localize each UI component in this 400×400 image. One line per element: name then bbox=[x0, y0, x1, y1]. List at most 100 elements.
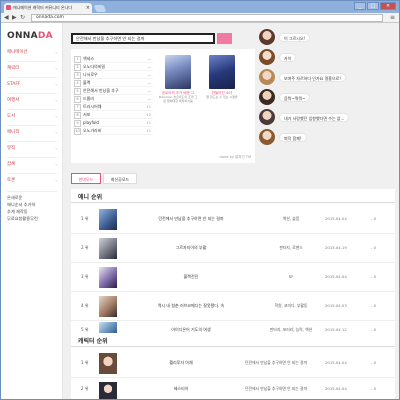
menu-icon[interactable]: ≡ bbox=[390, 14, 395, 22]
sidebar-item-label: 토론 bbox=[7, 178, 16, 183]
title-cell[interactable]: 그르자지이의 부활 bbox=[141, 245, 241, 251]
table-row[interactable]: 4 위 역시 내 청춘 러브코메디는 잘못됐다. 속 학원, 코미디, 부활동 … bbox=[71, 292, 395, 321]
maximize-button[interactable]: □ bbox=[367, 2, 379, 10]
rank-title: 트러시어웨 bbox=[83, 104, 102, 109]
thumbnail-image[interactable] bbox=[99, 267, 117, 288]
chat-panel: 이 그르시오! 카이 보여주 차르하다 인가요 명흥으로! 음뭐~뭐뭐~ 내가 … bbox=[259, 29, 395, 169]
title-cell[interactable]: 던전에서 만남을 추구하면 안 되는 걸까 bbox=[141, 216, 241, 222]
sidebar-link[interactable]: 추계 재작동 bbox=[7, 209, 28, 215]
list-item[interactable]: 4 블랙 — bbox=[73, 79, 153, 87]
tab-popular[interactable]: 판데모드 bbox=[71, 173, 101, 184]
sidebar-item-discussion[interactable]: 토론 › bbox=[7, 177, 59, 185]
search-input[interactable]: 안전해서 만났을 추구하면 안 되는 걸까 bbox=[71, 33, 215, 44]
browser-tab[interactable]: 애니메이션 캐릭터 커뮤니티 온나다 × bbox=[4, 3, 92, 13]
name-cell[interactable]: 헬리루자 아채 bbox=[151, 360, 211, 366]
sidebar-item-anijak[interactable]: 애니작 › bbox=[7, 129, 59, 137]
list-item[interactable]: 7 트러시어웨 +1 bbox=[73, 103, 153, 111]
more-link[interactable]: more by 밝혀진 TM bbox=[219, 155, 251, 160]
chevron-right-icon: › bbox=[55, 162, 57, 167]
rank-title: 오노가라비 bbox=[83, 128, 102, 133]
rank-change: +1 bbox=[145, 105, 151, 109]
rank-number: 9 bbox=[74, 119, 81, 127]
chat-item[interactable]: 내가 사랑했던 입항했다면 수는 없... bbox=[259, 109, 395, 125]
table-row[interactable]: 2 위 헤스티아 던전에서 만남을 추구하면 안 되는 걸까 2015.04.0… bbox=[71, 378, 395, 399]
list-item[interactable]: 8 서포 +2 bbox=[73, 111, 153, 119]
list-item[interactable]: 3 나서로우 — bbox=[73, 71, 153, 79]
change-cell: - 0 bbox=[371, 303, 376, 308]
genre-cell: 판타지, 로맨스 bbox=[279, 245, 303, 250]
page: ONNADA 애니메이션 › 캐릭터 › STAFF › 여행서 › 도서 › 애니작 › … bbox=[1, 23, 399, 399]
change-cell: - 0 bbox=[371, 386, 376, 391]
thumbnail-image[interactable] bbox=[99, 238, 117, 259]
rank-change: — bbox=[147, 81, 152, 85]
close-window-button[interactable]: × bbox=[380, 2, 396, 10]
table-row[interactable]: 1 위 던전에서 만남을 추구하면 안 되는 걸까 액션, 슬픔 2015.04… bbox=[71, 205, 395, 234]
sidebar-item-character[interactable]: 캐릭터 › bbox=[7, 65, 59, 73]
tab-latest[interactable]: 최신공모드 bbox=[103, 173, 137, 184]
title-cell[interactable]: 블랙전진 bbox=[141, 274, 241, 280]
avatar-icon bbox=[259, 129, 275, 145]
list-item[interactable]: 1 액세스 — bbox=[73, 55, 153, 63]
sidebar-item-travel[interactable]: 여행서 › bbox=[7, 97, 59, 105]
sidebar-item-books[interactable]: 도서 › bbox=[7, 113, 59, 121]
chat-bubble: 퇴작 함께! bbox=[279, 133, 307, 142]
featured-subtext: 말 만드는 수 있는 시절을 bbox=[206, 95, 238, 99]
chat-item[interactable]: 퇴작 함께! bbox=[259, 129, 395, 145]
chat-bubble: 보여주 차르하다 인가요 명흥으로! bbox=[279, 73, 346, 82]
tab-close-icon[interactable]: × bbox=[86, 3, 90, 13]
minimize-button[interactable]: _ bbox=[354, 2, 366, 10]
thumbnail-image[interactable] bbox=[99, 353, 117, 374]
list-item[interactable]: 10 오노가라비 +1 bbox=[73, 127, 153, 135]
sidebar-item-label: 캐릭터 bbox=[7, 66, 20, 71]
list-item[interactable]: 5 안전해서 만났을 추구 — bbox=[73, 87, 153, 95]
chat-item[interactable]: 음뭐~뭐뭐~ bbox=[259, 89, 395, 105]
featured-image[interactable] bbox=[209, 55, 235, 89]
table-row[interactable]: 1 위 헬리루자 아채 던전에서 만남을 추구하면 안 되는 걸까 2015.0… bbox=[71, 349, 395, 378]
rank-number: 8 bbox=[74, 111, 81, 119]
sidebar-item-misc[interactable]: 잡록 › bbox=[7, 161, 59, 169]
list-item[interactable]: 2 오노다의비밀 — bbox=[73, 63, 153, 71]
sidebar-item-label: 애니메이션 bbox=[7, 50, 28, 55]
divider bbox=[7, 77, 57, 78]
new-tab-button[interactable] bbox=[93, 5, 107, 12]
date-cell: 2015.04.03 bbox=[325, 303, 347, 308]
thumbnail-image[interactable] bbox=[99, 296, 117, 317]
title-cell[interactable]: 역시 내 청춘 러브코메디는 잘못됐다. 속 bbox=[141, 303, 241, 309]
table-row[interactable]: 3 위 블랙전진 SF 2015.04.04 - 0 bbox=[71, 263, 395, 292]
sidebar-link[interactable]: 무료요청활용무런 bbox=[7, 216, 38, 222]
rank-cell: 1 위 bbox=[81, 360, 89, 365]
chevron-right-icon: › bbox=[55, 66, 57, 71]
sidebar-item-music[interactable]: 뮤직 › bbox=[7, 145, 59, 153]
chat-item[interactable]: 이 그르시오! bbox=[259, 29, 395, 45]
thumbnail-image[interactable] bbox=[99, 382, 117, 399]
reload-icon[interactable]: ↻ bbox=[20, 14, 25, 22]
date-cell: 2015.04.04 bbox=[325, 216, 347, 221]
section-title: 애니 순위 bbox=[78, 194, 103, 201]
chat-item[interactable]: 카이 bbox=[259, 49, 395, 65]
anime-ranking-section: 애니 순위 1 위 던전에서 만남을 추구하면 안 되는 걸까 액션, 슬픔 2… bbox=[71, 189, 395, 341]
sidebar-link[interactable]: 애니순서 추가하 bbox=[7, 202, 35, 208]
search-button[interactable] bbox=[217, 33, 232, 44]
chat-item[interactable]: 보여주 차르하다 인가요 명흥으로! bbox=[259, 69, 395, 85]
site-logo[interactable]: ONNADA bbox=[7, 31, 53, 41]
url-input[interactable]: onnada.com bbox=[31, 14, 383, 22]
divider bbox=[7, 93, 57, 94]
name-cell[interactable]: 헤스티아 bbox=[151, 386, 211, 392]
list-item[interactable]: 9 playfold +1 bbox=[73, 119, 153, 127]
divider bbox=[7, 157, 57, 158]
sidebar: ONNADA 애니메이션 › 캐릭터 › STAFF › 여행서 › 도서 › 애니작 › … bbox=[1, 23, 63, 399]
change-cell: - 0 bbox=[371, 327, 376, 332]
sidebar-item-anime[interactable]: 애니메이션 › bbox=[7, 49, 59, 57]
sidebar-item-label: 도서 bbox=[7, 114, 16, 119]
list-item[interactable]: 6 드롭러 — bbox=[73, 95, 153, 103]
table-row[interactable]: 2 위 그르자지이의 부활 판타지, 로맨스 2015.04.19 - 0 bbox=[71, 234, 395, 263]
featured-subtext: Pokemon 흐르라드의 조깍 그런 말에대한 제작하시음 bbox=[158, 95, 198, 103]
thumbnail-image[interactable] bbox=[99, 209, 117, 230]
sidebar-item-staff[interactable]: STAFF › bbox=[7, 81, 59, 89]
forward-arrow-icon[interactable]: ▶ bbox=[12, 14, 17, 22]
avatar-icon bbox=[259, 49, 275, 65]
sidebar-link[interactable]: 온새로운 bbox=[7, 195, 22, 201]
rank-title: 드롭러 bbox=[83, 96, 95, 101]
back-arrow-icon[interactable]: ◀ bbox=[4, 14, 9, 22]
featured-image[interactable] bbox=[165, 55, 191, 89]
